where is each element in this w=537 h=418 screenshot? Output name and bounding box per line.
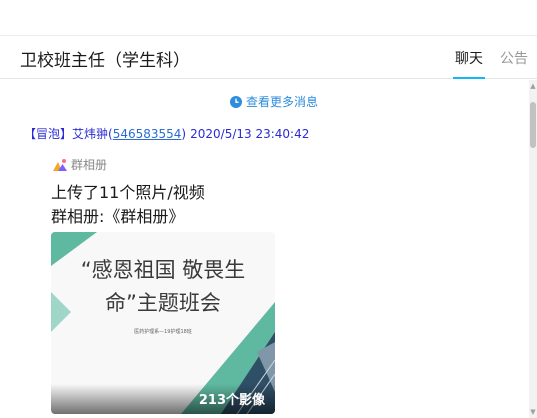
message-text-line2: 群相册:《群相册》: [51, 207, 185, 226]
window-top-bar: [0, 0, 537, 36]
album-icon: [53, 159, 67, 171]
chat-header: 卫校班主任（学生科） 聊天 公告: [0, 37, 537, 79]
album-source-label: 群相册: [71, 158, 108, 172]
chat-scrollbar[interactable]: ▲ ▼: [529, 80, 537, 418]
album-thumbnail[interactable]: “感恩祖国 敬畏生 命”主题班会 医药护理系—19护理18班 213个影像: [51, 232, 275, 414]
chat-message-area: 查看更多消息 【冒泡】艾炜翀(546583554) 2020/5/13 23:40…: [0, 80, 529, 418]
sender-close-paren: ): [181, 127, 187, 141]
message-text-line1: 上传了11个照片/视频: [51, 183, 205, 202]
clock-icon: [230, 96, 242, 108]
scroll-up-arrow-icon[interactable]: ▲: [529, 82, 537, 90]
view-more-messages-label: 查看更多消息: [246, 95, 319, 109]
album-source-tag[interactable]: 群相册: [52, 156, 107, 173]
message-timestamp: 2020/5/13 23:40:42: [190, 127, 310, 141]
message-sender-line: 【冒泡】艾炜翀(546583554) 2020/5/13 23:40:42: [24, 125, 309, 142]
scrollbar-thumb[interactable]: [530, 102, 536, 148]
group-title: 卫校班主任（学生科）: [20, 51, 190, 71]
message-tag: 【冒泡】: [24, 127, 73, 141]
view-more-messages-link[interactable]: 查看更多消息: [230, 93, 318, 110]
sender-qq-link[interactable]: 546583554: [113, 127, 182, 141]
sender-name[interactable]: 艾炜翀(: [72, 127, 113, 141]
thumbnail-title-line2: 命”主题班会: [105, 291, 221, 315]
scroll-down-arrow-icon[interactable]: ▼: [529, 408, 537, 416]
tab-announcements[interactable]: 公告: [500, 48, 528, 68]
thumbnail-title-line1: “感恩祖国 敬畏生: [80, 258, 246, 282]
thumbnail-subtitle: 医药护理系—19护理18班: [134, 329, 192, 335]
thumbnail-media-count: 213个影像: [198, 393, 265, 408]
tab-chat[interactable]: 聊天: [453, 48, 485, 79]
